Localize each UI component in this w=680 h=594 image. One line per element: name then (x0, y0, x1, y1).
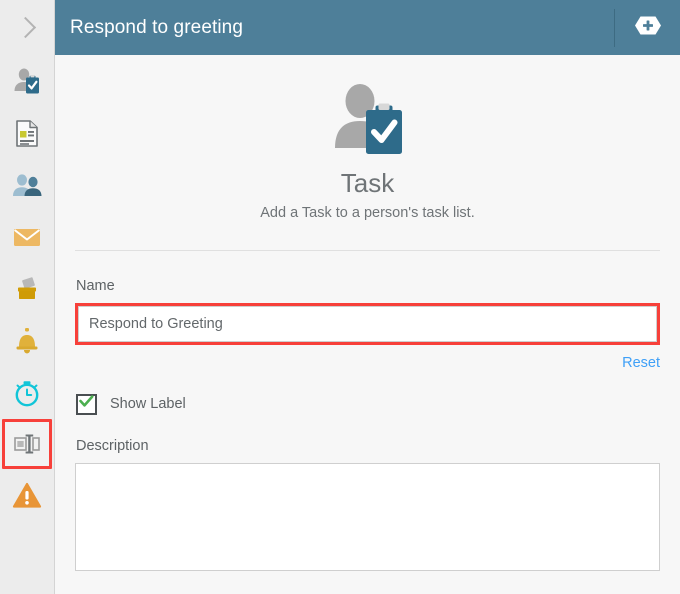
plus-badge-icon (628, 12, 668, 44)
main-panel: Respond to greeting (55, 0, 680, 594)
two-people-icon (11, 171, 43, 199)
show-label-text: Show Label (110, 396, 186, 412)
form-document-icon (13, 118, 41, 148)
hero-icon-wrap (75, 80, 660, 163)
show-label-checkbox[interactable] (76, 394, 97, 415)
timer-stopwatch-icon (12, 378, 42, 408)
reset-row: Reset (75, 354, 660, 372)
page-title: Respond to greeting (70, 17, 614, 39)
sidebar-item-notifications[interactable] (0, 315, 54, 367)
sidebar-item-inbox[interactable] (0, 263, 54, 315)
section-divider (75, 250, 660, 251)
warning-triangle-icon (12, 481, 42, 509)
sidebar-item-person-task[interactable] (0, 55, 54, 107)
sidebar-expand-toggle[interactable] (0, 0, 54, 55)
add-button[interactable] (628, 14, 668, 41)
description-label: Description (76, 438, 660, 454)
header-bar: Respond to greeting (55, 0, 680, 55)
bell-notification-icon (13, 326, 41, 356)
show-label-row: Show Label (75, 394, 660, 415)
name-label: Name (76, 278, 660, 294)
hero-section: Task Add a Task to a person's task list. (75, 55, 660, 221)
sidebar (0, 0, 55, 594)
inbox-tray-icon (12, 275, 42, 303)
name-input[interactable] (78, 306, 657, 342)
hero-title: Task (75, 169, 660, 198)
person-clipboard-task-icon (330, 80, 406, 163)
chevron-right-icon (14, 17, 35, 38)
envelope-mail-icon (12, 225, 42, 249)
sidebar-item-form-document[interactable] (0, 107, 54, 159)
sidebar-item-warning[interactable] (0, 469, 54, 521)
hero-subtitle: Add a Task to a person's task list. (75, 205, 660, 221)
person-clipboard-task-icon (12, 66, 42, 96)
description-textarea[interactable] (75, 463, 660, 571)
sidebar-item-form-field-layout[interactable] (2, 419, 52, 469)
header-separator (614, 9, 615, 47)
content-area: Task Add a Task to a person's task list.… (55, 55, 680, 594)
task-editor-window: Respond to greeting (0, 0, 680, 594)
sidebar-item-timer[interactable] (0, 367, 54, 419)
checkmark-icon (79, 395, 94, 413)
name-field-highlight (75, 303, 660, 345)
form-field-layout-icon (13, 432, 41, 456)
reset-link[interactable]: Reset (622, 355, 660, 371)
sidebar-item-people[interactable] (0, 159, 54, 211)
sidebar-item-mail[interactable] (0, 211, 54, 263)
